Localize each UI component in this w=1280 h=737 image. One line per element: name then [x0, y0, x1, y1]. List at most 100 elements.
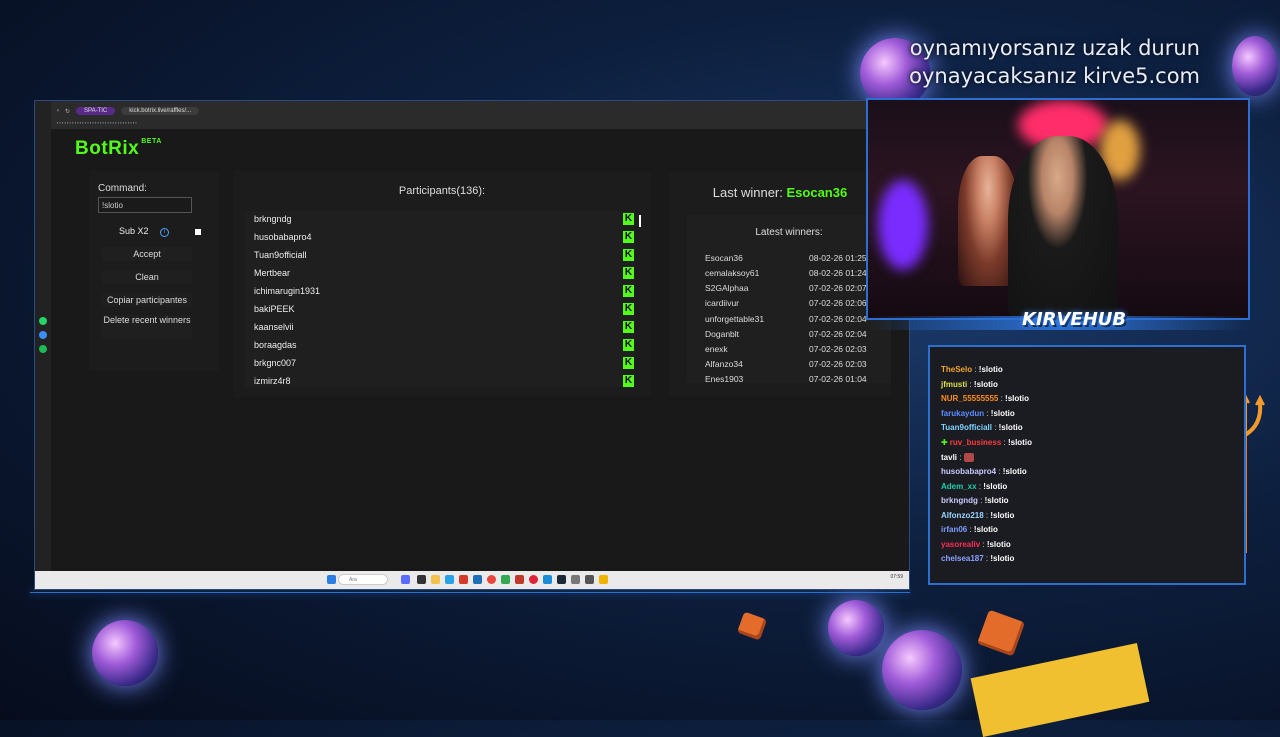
winner-date: 08-02-26 01:25	[809, 253, 867, 263]
command-label: Command:	[98, 183, 147, 194]
taskbar-app-icon[interactable]	[515, 575, 524, 584]
winner-row: cemalaksoy61 08-02-26 01:24	[687, 268, 891, 283]
taskbar-app-icon[interactable]	[543, 575, 552, 584]
winner-row: Alfanzo34 07-02-26 02:03	[687, 359, 891, 374]
chat-username: Tuan9officiall	[941, 423, 992, 432]
kick-icon: K	[623, 321, 634, 333]
winner-name: S2GAlphaa	[705, 283, 749, 293]
whatsapp-icon[interactable]	[39, 317, 47, 325]
webcam-feed	[866, 98, 1250, 320]
chat-text: !slotio	[984, 496, 1009, 505]
winner-row: icardiivur 07-02-26 02:06	[687, 298, 891, 313]
delete-recent-winners-button[interactable]: Delete recent winners	[102, 315, 192, 339]
winner-date: 07-02-26 02:07	[809, 283, 867, 293]
command-input[interactable]	[98, 197, 192, 213]
chrome-icon[interactable]	[487, 575, 496, 584]
warning-icon[interactable]	[599, 575, 608, 584]
reload-icon[interactable]: ↻	[65, 108, 70, 115]
chat-text: !slotio	[1002, 467, 1027, 476]
taskbar-app-icon[interactable]	[417, 575, 426, 584]
logo-text: BotRix	[75, 138, 140, 159]
opera-icon[interactable]	[529, 575, 538, 584]
spotify-icon[interactable]	[39, 345, 47, 353]
kick-icon: K	[623, 285, 634, 297]
participants-title: Participants(136):	[398, 185, 486, 197]
chat-username: brkngndg	[941, 496, 978, 505]
participant-row: husobabapro4 K	[245, 229, 635, 247]
info-icon[interactable]: i	[160, 228, 169, 237]
copy-participants-button[interactable]: Copiar participantes	[102, 293, 192, 307]
promo-line-2: oynayacaksanız kirve5.com	[909, 64, 1200, 88]
taskbar-search[interactable]: Ara	[338, 574, 388, 585]
winner-name: Enes1903	[705, 374, 744, 383]
windows-start-icon[interactable]	[327, 575, 336, 584]
promo-overlay: oynamıyorsanız uzak durun oynayacaksanız…	[909, 34, 1200, 90]
winner-row: S2GAlphaa 07-02-26 02:07	[687, 283, 891, 298]
chat-message: tavli :	[941, 453, 974, 467]
back-icon[interactable]: ‹	[57, 108, 59, 114]
taskbar-app-icon[interactable]	[445, 575, 454, 584]
kick-icon: K	[623, 213, 634, 225]
taskbar-app-icon[interactable]	[401, 575, 410, 584]
settings-icon[interactable]	[571, 575, 580, 584]
chat-text: !slotio	[990, 511, 1015, 520]
winner-name: Doganblt	[705, 329, 740, 339]
chat-username: husobabapro4	[941, 467, 997, 476]
participant-row: boraagdas K	[245, 337, 635, 355]
sub-x2-checkbox[interactable]	[195, 229, 201, 235]
address-bar[interactable]: kick.botrix.live/raffles/...	[121, 107, 200, 115]
kick-icon: K	[623, 357, 634, 369]
kick-icon: K	[623, 249, 634, 261]
kirvehub-logo: KIRVEHUB	[1022, 309, 1127, 330]
participants-scrollbar[interactable]	[639, 215, 641, 227]
chat-message: NUR_55555555 : !slotio	[941, 394, 1030, 403]
participant-row: bakiPEEK K	[245, 301, 635, 319]
chat-message: farukaydun : !slotio	[941, 409, 1015, 418]
neon-light	[878, 180, 928, 270]
participant-row: Mertbear K	[245, 265, 635, 283]
browser-sidebar	[35, 101, 51, 589]
deco-orb-right	[1232, 36, 1278, 96]
participant-name: bakiPEEK	[254, 304, 295, 314]
winner-name: Esocan36	[705, 253, 743, 263]
chat-message: brkngndg : !slotio	[941, 496, 1009, 505]
taskbar-app-icon[interactable]	[459, 575, 468, 584]
deco-orb-bottomcenter2	[882, 630, 962, 710]
chat-message: chelsea187 : !slotio	[941, 554, 1015, 563]
accept-button[interactable]: Accept	[102, 247, 192, 261]
steam-icon[interactable]	[557, 575, 566, 584]
taskbar-app-icon[interactable]	[501, 575, 510, 584]
taskbar-clock[interactable]: 07:59	[890, 574, 903, 580]
bookmark-item[interactable]: ▪ ▪ ▪ ▪ ▪ ▪ ▪ ▪ ▪ ▪ ▪ ▪ ▪ ▪ ▪ ▪ ▪ ▪ ▪ ▪ …	[57, 120, 137, 129]
sub-badge-icon: ✚	[941, 438, 948, 447]
messenger-icon[interactable]	[39, 331, 47, 339]
windows-taskbar: Ara 07:59	[35, 571, 909, 589]
winner-name: unforgettable31	[705, 314, 765, 324]
chat-message: husobabapro4 : !slotio	[941, 467, 1027, 476]
winner-date: 08-02-26 01:24	[809, 268, 867, 278]
winner-name: Alfanzo34	[705, 359, 743, 369]
chat-username: tavli	[941, 453, 958, 462]
taskbar-app-icon[interactable]	[473, 575, 482, 584]
chat-username: ruv_business	[949, 438, 1002, 447]
winner-row: enexk 07-02-26 02:03	[687, 344, 891, 359]
kick-icon: K	[623, 375, 634, 387]
emote-icon	[963, 453, 974, 463]
frame-bottom-line	[30, 592, 910, 593]
winner-date: 07-02-26 02:06	[809, 298, 867, 308]
promo-line-1: oynamıyorsanız uzak durun	[909, 36, 1200, 60]
chat-username: Alfonzo218	[941, 511, 984, 520]
winner-name: enexk	[705, 344, 728, 354]
chat-message: Adem_xx : !slotio	[941, 482, 1008, 491]
participant-name: kaanselvii	[254, 322, 294, 332]
participant-name: ichimarugin1931	[254, 286, 321, 296]
folder-icon[interactable]	[431, 575, 440, 584]
participants-list[interactable]: brkngndg K husobabapro4 K Tuan9officiall K …	[245, 211, 635, 387]
clean-button[interactable]: Clean	[102, 270, 192, 284]
participants-panel: Participants(136): brkngndg K husobabapro…	[233, 171, 651, 397]
botrix-logo[interactable]: BotRix BETA	[75, 138, 162, 160]
taskbar-app-icon[interactable]	[585, 575, 594, 584]
participant-row: ichimarugin1931 K	[245, 283, 635, 301]
chat-message: jfmusti : !slotio	[941, 380, 998, 389]
latest-winners-box: Latest winners: Esocan36 08-02-26 01:25 c…	[687, 215, 891, 383]
